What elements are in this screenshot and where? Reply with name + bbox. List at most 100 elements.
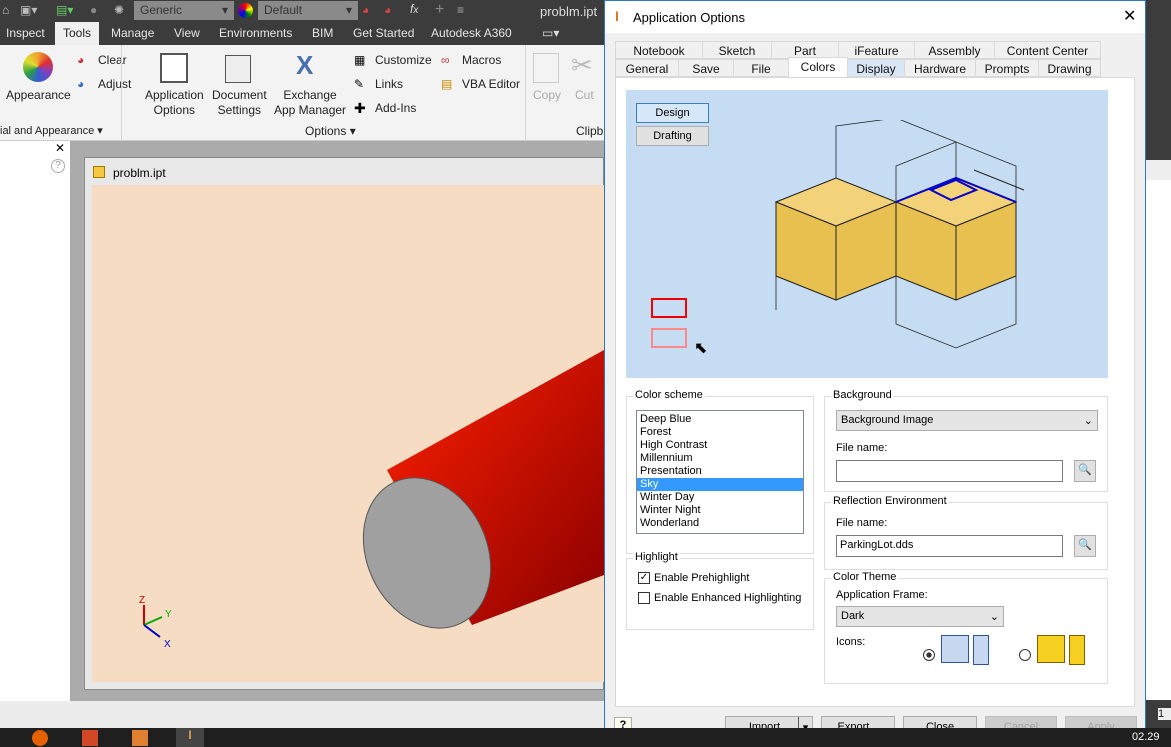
tab-hardware[interactable]: Hardware bbox=[904, 59, 976, 77]
tab-prompts[interactable]: Prompts bbox=[975, 59, 1039, 77]
dialog-title: Application Options bbox=[633, 10, 746, 25]
save-icon[interactable]: ▣▾ bbox=[20, 3, 37, 17]
material-value: Generic bbox=[140, 3, 183, 17]
tab-sketch[interactable]: Sketch bbox=[702, 41, 772, 59]
customize-qat-icon[interactable]: ≡ bbox=[457, 3, 464, 17]
plus-icon[interactable]: + bbox=[435, 1, 444, 19]
close-icon[interactable]: ✕ bbox=[1123, 6, 1136, 26]
app-icon[interactable] bbox=[132, 730, 148, 746]
label: App Manager bbox=[274, 103, 347, 117]
enable-prehighlight-checkbox[interactable]: ✓ bbox=[638, 572, 650, 584]
macros-icon: ∞ bbox=[441, 53, 450, 67]
tab-autodesk-a360[interactable]: Autodesk A360 bbox=[431, 26, 512, 40]
3d-viewport[interactable]: Z Y X bbox=[92, 185, 604, 682]
tab-save[interactable]: Save bbox=[678, 59, 734, 77]
enable-enhanced-highlighting-checkbox[interactable] bbox=[638, 592, 650, 604]
adjust-button[interactable]: Adjust bbox=[98, 77, 131, 92]
tab-manage[interactable]: Manage bbox=[111, 26, 154, 40]
background-dropdown[interactable]: Background Image ⌄ bbox=[836, 410, 1098, 431]
checkbox-label: Enable Enhanced Highlighting bbox=[654, 592, 802, 604]
browse-reflection-button[interactable]: 🔍 bbox=[1074, 535, 1096, 557]
material-dropdown[interactable]: Generic ▾ bbox=[134, 1, 234, 20]
tab-drawing[interactable]: Drawing bbox=[1038, 59, 1101, 77]
update-icon[interactable]: ● bbox=[90, 3, 97, 17]
clear-button[interactable]: Clear bbox=[98, 53, 127, 68]
tab-tools[interactable]: Tools bbox=[55, 22, 100, 45]
panel-material-appearance-label: ial and Appearance ▾ bbox=[0, 125, 103, 137]
inventor-taskbar-icon[interactable]: I bbox=[176, 728, 204, 747]
background-group: Background Background Image ⌄ File name: … bbox=[824, 389, 1108, 492]
list-item[interactable]: Winter Night bbox=[637, 504, 803, 517]
copy-button[interactable]: Copy bbox=[533, 88, 561, 103]
appearance-button[interactable]: Appearance bbox=[6, 88, 71, 103]
tab-colors[interactable]: Colors bbox=[788, 57, 848, 77]
background-file-input[interactable] bbox=[836, 460, 1063, 482]
tab-inspect[interactable]: Inspect bbox=[6, 26, 45, 40]
group-label: Color scheme bbox=[633, 389, 705, 401]
help-icon[interactable]: ? bbox=[51, 159, 65, 173]
minimize-ribbon-icon[interactable]: ▭▾ bbox=[542, 26, 559, 40]
tab-environments[interactable]: Environments bbox=[219, 26, 292, 40]
panel-options-label: Options ▾ bbox=[305, 124, 356, 138]
list-item[interactable]: High Contrast bbox=[637, 439, 803, 452]
powerpoint-icon[interactable] bbox=[82, 730, 98, 746]
list-item[interactable]: Deep Blue bbox=[637, 413, 803, 426]
appearance-dropdown[interactable]: Default ▾ bbox=[258, 1, 358, 20]
select-icon[interactable]: ▤▾ bbox=[56, 3, 73, 17]
vba-editor-button[interactable]: VBA Editor bbox=[462, 77, 520, 92]
tab-content-center[interactable]: Content Center bbox=[994, 41, 1101, 59]
colors-tab-panel: Design Drafting ⬉ Color scheme Deep Blue… bbox=[615, 77, 1135, 707]
design-doctor-icon[interactable]: ✺ bbox=[114, 3, 124, 17]
appearance-icon[interactable] bbox=[238, 3, 253, 18]
close-panel-icon[interactable]: ✕ bbox=[55, 141, 65, 155]
browse-background-button[interactable]: 🔍 bbox=[1074, 460, 1096, 482]
tab-display[interactable]: Display bbox=[847, 59, 905, 77]
firefox-icon[interactable] bbox=[32, 730, 48, 746]
tab-view[interactable]: View bbox=[174, 26, 200, 40]
drafting-button[interactable]: Drafting bbox=[636, 126, 709, 146]
application-frame-dropdown[interactable]: Dark ⌄ bbox=[836, 606, 1004, 627]
customize-button[interactable]: Customize bbox=[375, 53, 432, 68]
fx-icon[interactable]: fx bbox=[410, 2, 418, 16]
add-ins-button[interactable]: Add-Ins bbox=[375, 101, 416, 116]
home-icon[interactable]: ⌂ bbox=[2, 3, 9, 17]
list-item[interactable]: Winter Day bbox=[637, 491, 803, 504]
macros-button[interactable]: Macros bbox=[462, 53, 501, 68]
tab-ifeature[interactable]: iFeature bbox=[838, 41, 915, 59]
panel-clipboard-label: Clipb bbox=[576, 124, 604, 138]
icons-blue-radio[interactable] bbox=[923, 649, 935, 661]
list-item[interactable]: Presentation bbox=[637, 465, 803, 478]
application-options-button[interactable]: Application Options bbox=[145, 88, 204, 118]
tab-assembly[interactable]: Assembly bbox=[914, 41, 995, 59]
tab-get-started[interactable]: Get Started bbox=[353, 26, 414, 40]
links-button[interactable]: Links bbox=[375, 77, 403, 92]
cut-button[interactable]: Cut bbox=[575, 88, 594, 103]
field-label: File name: bbox=[836, 517, 888, 529]
cursor-icon: ⬉ bbox=[694, 340, 708, 357]
color-scheme-list[interactable]: Deep Blue Forest High Contrast Millenniu… bbox=[636, 410, 804, 534]
list-item-selected[interactable]: Sky bbox=[637, 478, 803, 491]
add-ins-icon: ✚ bbox=[354, 100, 366, 116]
tab-file[interactable]: File bbox=[733, 59, 789, 77]
list-item[interactable]: Wonderland bbox=[637, 517, 803, 530]
list-item[interactable]: Millennium bbox=[637, 452, 803, 465]
application-options-dialog: I Application Options ✕ Notebook Sketch … bbox=[604, 0, 1146, 747]
tab-general[interactable]: General bbox=[615, 59, 679, 77]
design-button[interactable]: Design bbox=[636, 103, 709, 123]
background-window-content bbox=[1146, 180, 1171, 700]
clock: 02.29 bbox=[1132, 731, 1160, 743]
document-settings-button[interactable]: Document Settings bbox=[212, 88, 267, 118]
clear-icon[interactable]: ◕ bbox=[384, 3, 391, 17]
exchange-app-manager-button[interactable]: Exchange App Manager bbox=[274, 88, 346, 118]
icons-yellow-radio[interactable] bbox=[1019, 649, 1031, 661]
list-item[interactable]: Forest bbox=[637, 426, 803, 439]
group-label: Reflection Environment bbox=[831, 495, 949, 507]
dialog-title-bar: I Application Options ✕ bbox=[605, 1, 1145, 33]
tab-notebook[interactable]: Notebook bbox=[615, 41, 703, 59]
adjust-icon[interactable]: ◕ bbox=[362, 3, 369, 17]
panel-label: Options bbox=[305, 124, 347, 138]
tab-bim[interactable]: BIM bbox=[312, 26, 333, 40]
page-number: 1 bbox=[1158, 708, 1171, 720]
copy-icon bbox=[533, 53, 559, 83]
reflection-file-input[interactable]: ParkingLot.dds bbox=[836, 535, 1063, 557]
